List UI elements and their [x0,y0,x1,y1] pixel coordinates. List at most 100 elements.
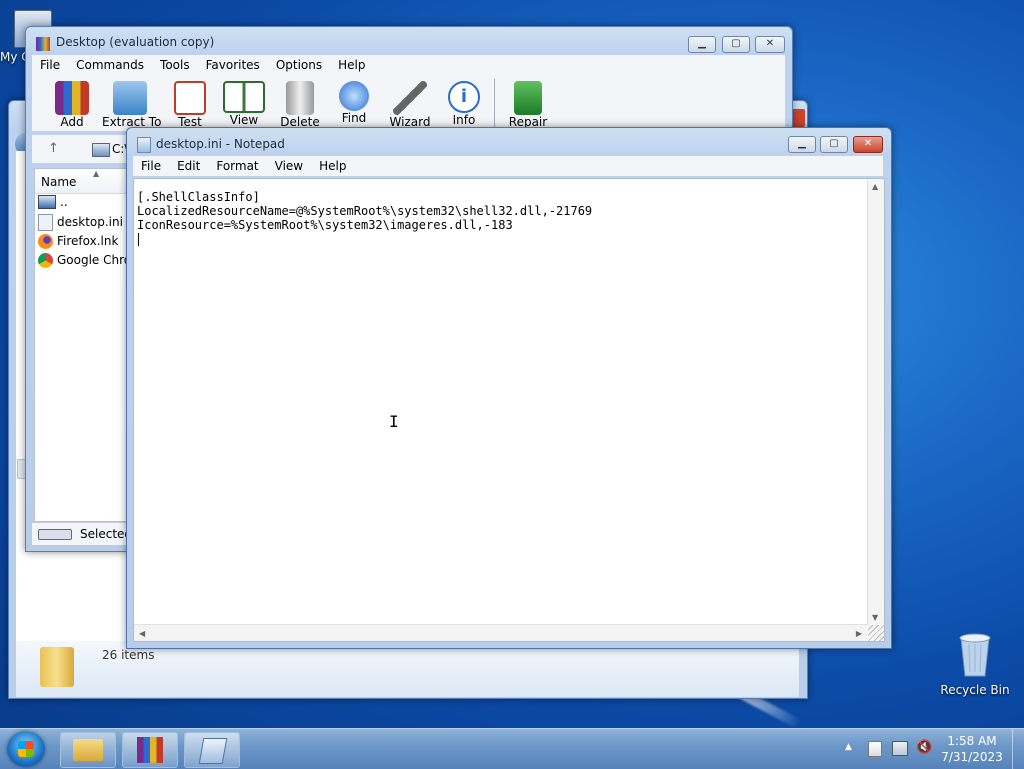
toolbar-label: Add [60,115,84,129]
toolbar-label: View [229,113,259,127]
clock[interactable]: 1:58 AM 7/31/2023 [936,733,1008,765]
show-desktop-button[interactable] [1012,729,1024,769]
start-button[interactable] [7,731,45,767]
text-caret [138,233,139,246]
winrar-menu-tools[interactable]: Tools [152,55,198,75]
winrar-title: Desktop (evaluation copy) [56,35,215,49]
network-icon[interactable] [892,741,908,756]
add-archive-icon [55,81,89,115]
winrar-menu-file[interactable]: File [32,55,68,75]
up-arrow-icon[interactable]: ↑ [48,141,59,156]
size-grip[interactable] [868,625,884,641]
wand-icon [393,81,427,115]
drive-status-icon [38,529,72,540]
winrar-app-icon [36,37,50,51]
magnifier-icon [339,81,369,111]
file-row[interactable]: Google Chro [38,251,131,269]
toolbar-separator [494,79,495,127]
extract-folder-icon [113,81,147,115]
toolbar-repair-button[interactable]: Repair [500,81,556,129]
desktop-icon-label: Recycle Bin [940,683,1010,697]
clock-time: 1:58 AM [947,734,997,748]
notepad-menu-view[interactable]: View [267,156,311,176]
view-book-icon [223,81,265,113]
drive-icon [92,143,110,157]
taskbar-notepad-button[interactable] [184,732,240,768]
notepad-window: desktop.ini - Notepad ▁ ▢ ✕ File Edit Fo… [126,127,892,649]
toolbar-delete-button[interactable]: Delete [272,81,328,129]
vertical-scrollbar[interactable]: ▲ ▼ [867,179,884,625]
winrar-menu-commands[interactable]: Commands [68,55,152,75]
winrar-maximize-button[interactable]: ▢ [722,36,750,53]
windows-logo-icon [18,741,34,757]
folder-icon [40,647,74,687]
notepad-menu-edit[interactable]: Edit [169,156,208,176]
action-center-flag-icon[interactable] [868,741,882,757]
notepad-icon [198,738,228,764]
drive-up-icon [38,195,56,209]
notepad-text-content[interactable]: [.ShellClassInfo] LocalizedResourceName=… [137,190,592,232]
tray-expand-icon[interactable]: ▲ [845,742,852,752]
horizontal-scrollbar[interactable]: ◀ ▶ [134,624,867,641]
repair-icon [514,81,542,115]
volume-muted-icon[interactable]: 🔇 [916,740,932,755]
winrar-menu-help[interactable]: Help [330,55,373,75]
scroll-up-arrow-icon[interactable]: ▲ [872,182,878,191]
column-header-name[interactable]: Name ▲ [35,169,130,194]
notepad-menu-help[interactable]: Help [311,156,354,176]
explorer-details-pane: 26 items [16,641,799,697]
file-name: desktop.ini [57,215,123,229]
toolbar-label: Info [452,113,476,127]
recycle-bin-icon [959,633,991,677]
notepad-maximize-button[interactable]: ▢ [820,136,848,153]
winrar-menubar: File Commands Tools Favorites Options He… [32,55,785,75]
file-name: Firefox.lnk [57,234,119,248]
scroll-down-arrow-icon[interactable]: ▼ [872,613,878,622]
toolbar-test-button[interactable]: Test [162,81,218,129]
toolbar-add-button[interactable]: Add [44,81,100,129]
explorer-folder-icon [73,739,103,761]
column-header-label: Name [41,175,77,189]
toolbar-info-button[interactable]: i Info [436,81,492,127]
clock-date: 7/31/2023 [941,750,1003,764]
info-icon: i [448,81,480,113]
chrome-icon [38,252,53,268]
toolbar-wizard-button[interactable]: Wizard [382,81,438,129]
notepad-app-icon [137,137,151,153]
toolbar-extract-button[interactable]: Extract To [102,81,161,129]
file-row[interactable]: .. [38,193,68,211]
trash-icon [286,81,314,115]
toolbar-label: Find [341,111,367,125]
scroll-right-arrow-icon[interactable]: ▶ [856,629,862,638]
scroll-left-arrow-icon[interactable]: ◀ [139,629,145,638]
desktop-icon-recycle-bin[interactable]: Recycle Bin [940,630,1010,697]
status-text: Selected [80,527,133,541]
notepad-editor[interactable]: [.ShellClassInfo] LocalizedResourceName=… [133,178,885,642]
status-item-count: 26 items [102,648,155,662]
toolbar-find-button[interactable]: Find [326,81,382,125]
file-name: Google Chro [57,253,132,267]
file-row[interactable]: Firefox.lnk [38,232,118,250]
notepad-title: desktop.ini - Notepad [156,137,285,151]
notepad-menu-file[interactable]: File [133,156,169,176]
ini-file-icon [38,213,53,231]
winrar-toolbar: Add Extract To Test View Delete Find Wiz… [32,75,785,131]
winrar-menu-options[interactable]: Options [268,55,330,75]
notepad-menubar: File Edit Format View Help [133,156,883,176]
notepad-menu-format[interactable]: Format [208,156,266,176]
firefox-icon [38,233,53,249]
file-row[interactable]: desktop.ini [38,213,123,231]
toolbar-view-button[interactable]: View [216,81,272,127]
mouse-ibeam-cursor: I [389,412,399,431]
taskbar-explorer-button[interactable] [60,732,116,768]
sort-arrow-icon: ▲ [93,169,100,178]
winrar-stack-icon [137,737,163,763]
explorer-red-close-edge[interactable] [791,109,805,127]
taskbar: ▲ 🔇 1:58 AM 7/31/2023 [0,728,1024,769]
winrar-menu-favorites[interactable]: Favorites [198,55,268,75]
notepad-minimize-button[interactable]: ▁ [788,136,816,153]
winrar-minimize-button[interactable]: ▁ [688,36,716,53]
notepad-close-button[interactable]: ✕ [853,136,883,153]
taskbar-winrar-button[interactable] [122,732,178,768]
winrar-close-button[interactable]: ✕ [755,36,785,53]
